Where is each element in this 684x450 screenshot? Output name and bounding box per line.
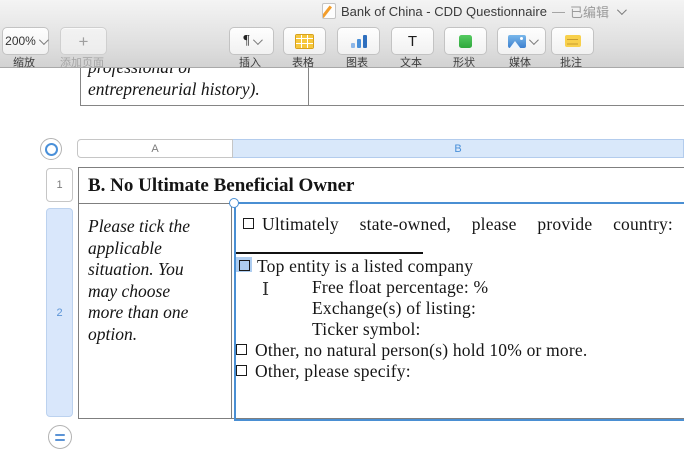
row-header-2[interactable]: 2 xyxy=(46,208,73,417)
comment-button[interactable] xyxy=(551,27,594,55)
zoom-label: 缩放 xyxy=(13,54,35,70)
column-divider xyxy=(231,203,232,419)
table-select-handle[interactable] xyxy=(40,138,62,160)
title-separator: — xyxy=(552,4,565,19)
section-heading-cell[interactable]: B. No Ultimate Beneficial Owner xyxy=(88,175,354,197)
comment-label: 批注 xyxy=(560,54,582,70)
table-icon xyxy=(295,34,314,49)
row-header-1[interactable]: 1 xyxy=(46,168,73,202)
pages-document-icon xyxy=(322,3,336,19)
top-table-bottom-border xyxy=(80,105,684,106)
instruction-cell[interactable]: Please tick the applicable situation. Yo… xyxy=(88,216,230,345)
table-select-icon xyxy=(45,143,58,156)
insert-label: 插入 xyxy=(239,54,261,70)
table-button[interactable] xyxy=(283,27,326,55)
table-label: 表格 xyxy=(292,54,314,70)
chart-label: 图表 xyxy=(346,54,368,70)
insert-chevron-down-icon xyxy=(253,35,263,45)
media-label: 媒体 xyxy=(509,54,531,70)
media-photo-icon xyxy=(508,35,526,48)
text-t-icon: T xyxy=(408,34,417,49)
shape-button[interactable] xyxy=(444,27,487,55)
plus-icon: + xyxy=(79,33,89,50)
equals-line xyxy=(55,439,65,441)
table-top-border xyxy=(78,167,684,168)
bar-chart-icon xyxy=(351,35,367,48)
shape-square-icon xyxy=(459,35,472,48)
comment-note-icon xyxy=(565,35,581,47)
app-window: professional or entrepreneurial history)… xyxy=(0,0,684,450)
shape-label: 形状 xyxy=(453,54,475,70)
add-page-label: 添加页面 xyxy=(60,54,104,70)
zoom-chevron-down-icon xyxy=(39,35,49,45)
zoom-button[interactable]: 200% xyxy=(2,27,49,55)
toolbar: Bank of China - CDD Questionnaire — 已编辑 … xyxy=(0,0,684,68)
table-left-border xyxy=(78,167,79,419)
edited-badge[interactable]: 已编辑 xyxy=(570,2,609,21)
media-button[interactable] xyxy=(497,27,546,55)
insert-button[interactable]: ¶ xyxy=(229,27,274,55)
text-cursor-icon: I xyxy=(262,281,269,299)
selected-cell-outline[interactable] xyxy=(234,202,684,421)
chart-button[interactable] xyxy=(337,27,380,55)
column-header-a[interactable]: A xyxy=(77,139,233,158)
add-row-handle[interactable] xyxy=(48,425,72,449)
text-button[interactable]: T xyxy=(391,27,434,55)
add-page-button[interactable]: + xyxy=(60,27,107,55)
title-chevron-down-icon[interactable] xyxy=(617,5,627,15)
window-title-area: Bank of China - CDD Questionnaire — 已编辑 xyxy=(322,3,624,19)
pilcrow-icon: ¶ xyxy=(243,33,249,49)
media-chevron-down-icon xyxy=(528,35,538,45)
window-title: Bank of China - CDD Questionnaire xyxy=(341,4,547,19)
cell-selection-handle[interactable] xyxy=(229,198,239,208)
text-label: 文本 xyxy=(400,54,422,70)
column-header-b[interactable]: B xyxy=(233,139,684,158)
equals-line xyxy=(55,434,65,436)
zoom-value: 200% xyxy=(5,34,36,48)
